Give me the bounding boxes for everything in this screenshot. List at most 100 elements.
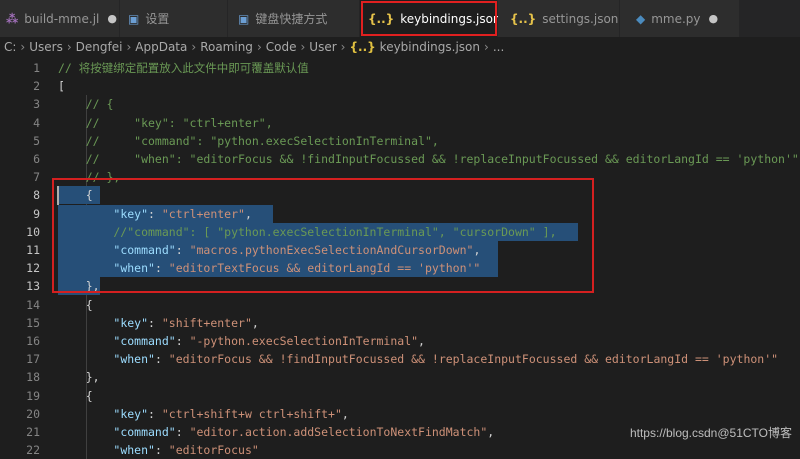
code-line[interactable]: 1 // 将按键绑定配置放入此文件中即可覆盖默认值: [0, 59, 800, 77]
code-line[interactable]: 20 "key": "ctrl+shift+w ctrl+shift+",: [0, 405, 800, 423]
code-line[interactable]: 18 },: [0, 368, 800, 386]
line-number: 4: [33, 115, 40, 130]
line-number: 12: [26, 261, 40, 276]
breadcrumb-item[interactable]: Code: [266, 40, 297, 54]
tab-bar: ⁂ build-mme.jl ● ▣ 设置 ▣ 键盘快捷方式 {..} keyb…: [0, 0, 800, 38]
code-line[interactable]: 2[: [0, 77, 800, 95]
tab-mme-py[interactable]: ◆ mme.py ●: [620, 0, 740, 37]
watermark: https://blog.csdn@51CTO博客: [629, 426, 792, 440]
code-token: // "command": "python.execSelectionInTer…: [58, 133, 439, 148]
code-line[interactable]: 8 {: [0, 186, 800, 205]
code-token: // 将按键绑定配置放入此文件中即可覆盖默认值: [58, 61, 309, 75]
tab-build-mme[interactable]: ⁂ build-mme.jl ●: [0, 0, 120, 37]
code-text: "key": "shift+enter",: [58, 314, 258, 332]
tab-settings-json[interactable]: {..} settings.json: [498, 0, 620, 37]
chevron-right-icon: ›: [66, 40, 72, 54]
code-token: // "when": "editorFocus && !findInputFoc…: [58, 152, 799, 166]
breadcrumb-item[interactable]: Users: [29, 40, 63, 54]
code-line[interactable]: 19 {: [0, 387, 800, 405]
code-token: "command": [113, 425, 176, 439]
code-line[interactable]: 15 "key": "shift+enter",: [0, 314, 800, 332]
code-token: :: [148, 206, 162, 221]
code-token: :: [154, 443, 169, 458]
code-token: :: [175, 425, 190, 439]
code-token: {: [58, 297, 93, 312]
chevron-right-icon: ›: [256, 40, 262, 54]
code-token: "key": [113, 406, 149, 421]
code-text: "key": "ctrl+shift+w ctrl+shift+",: [58, 405, 348, 423]
code-token: // "key": "ctrl+enter",: [58, 115, 273, 130]
code-token: },: [58, 370, 100, 385]
json-icon: {..}: [349, 40, 376, 54]
code-line[interactable]: 3 // {: [0, 95, 800, 113]
code-token: //"command": [ "python.execSelectionInTe…: [58, 224, 557, 239]
code-text: // "key": "ctrl+enter",: [58, 114, 273, 132]
code-editor[interactable]: 1// 将按键绑定配置放入此文件中即可覆盖默认值 2[3 // {4 // "ke…: [0, 57, 800, 459]
code-line[interactable]: 14 {: [0, 296, 800, 314]
line-number: 6: [33, 152, 40, 166]
tab-keybindings-json[interactable]: {..} keybindings.json ×: [360, 0, 519, 37]
breadcrumb-more[interactable]: ...: [493, 40, 504, 54]
code-text: "when": "editorFocus": [58, 441, 259, 459]
line-number: 8: [33, 188, 40, 203]
code-line[interactable]: 13 },: [0, 277, 800, 296]
code-token: "command": [113, 334, 176, 348]
code-token: "key": [113, 315, 149, 330]
tab-label: keybindings.json: [400, 11, 501, 26]
code-line[interactable]: 10 //"command": [ "python.execSelectionI…: [0, 222, 800, 241]
code-token: "editorTextFocus && editorLangId == 'pyt…: [168, 261, 481, 276]
code-token: "ctrl+shift+w ctrl+shift+": [161, 406, 342, 421]
line-number: 7: [33, 170, 40, 185]
code-line[interactable]: 11 "command": "macros.pythonExecSelectio…: [0, 241, 800, 259]
tab-label: 键盘快捷方式: [255, 12, 328, 26]
code-text: {: [58, 186, 93, 204]
chevron-right-icon: ›: [20, 40, 26, 54]
code-token: ,: [473, 243, 481, 257]
tab-settings-ui[interactable]: ▣ 设置: [120, 0, 228, 37]
code-token: :: [148, 315, 162, 330]
breadcrumb-item[interactable]: User: [309, 40, 336, 54]
keyboard-icon: ▣: [238, 11, 250, 26]
code-text: // },: [58, 168, 121, 186]
breadcrumb-item[interactable]: AppData: [135, 40, 187, 54]
code-line[interactable]: 22 "when": "editorFocus": [0, 441, 800, 459]
code-line[interactable]: 12 "when": "editorTextFocus && editorLan…: [0, 259, 800, 278]
line-number: 10: [26, 224, 40, 239]
code-line[interactable]: 6 // "when": "editorFocus && !findInputF…: [0, 150, 800, 168]
line-number: 15: [26, 315, 40, 330]
code-text: "when": "editorFocus && !findInputFocuss…: [58, 350, 778, 368]
line-number: 5: [33, 133, 40, 148]
code-token: "ctrl+enter": [161, 206, 245, 221]
code-text: "command": "-python.execSelectionInTermi…: [58, 332, 425, 350]
python-icon: ◆: [636, 11, 646, 26]
code-token: "command": [113, 243, 176, 257]
code-line[interactable]: 7 // },: [0, 168, 800, 186]
code-line[interactable]: 16 "command": "-python.execSelectionInTe…: [0, 332, 800, 350]
breadcrumb-file[interactable]: keybindings.json: [380, 40, 480, 54]
line-number: 13: [26, 279, 40, 294]
breadcrumb-item[interactable]: Roaming: [200, 40, 253, 54]
tab-keyboard-shortcuts[interactable]: ▣ 键盘快捷方式: [228, 0, 360, 37]
code-token: "editorFocus": [168, 443, 259, 458]
code-token: [: [58, 79, 65, 94]
breadcrumb-item[interactable]: Dengfei: [76, 40, 123, 54]
line-number: 19: [26, 388, 40, 403]
code-token: ,: [418, 334, 425, 348]
code-line[interactable]: 17 "when": "editorFocus && !findInputFoc…: [0, 350, 800, 368]
code-token: "editor.action.addSelectionToNextFindMat…: [189, 425, 488, 439]
code-text: [: [58, 77, 65, 95]
code-text: // "command": "python.execSelectionInTer…: [58, 132, 439, 150]
text-cursor: [57, 186, 59, 205]
code-line[interactable]: 5 // "command": "python.execSelectionInT…: [0, 132, 800, 150]
code-line[interactable]: 4 // "key": "ctrl+enter",: [0, 114, 800, 132]
tab-label: 设置: [145, 12, 170, 26]
code-token: :: [148, 406, 162, 421]
line-number: 20: [26, 406, 40, 421]
code-text: // 将按键绑定配置放入此文件中即可覆盖默认值: [58, 59, 309, 77]
code-line[interactable]: 9 "key": "ctrl+enter",: [0, 204, 800, 223]
breadcrumb-item[interactable]: C:: [4, 40, 16, 54]
